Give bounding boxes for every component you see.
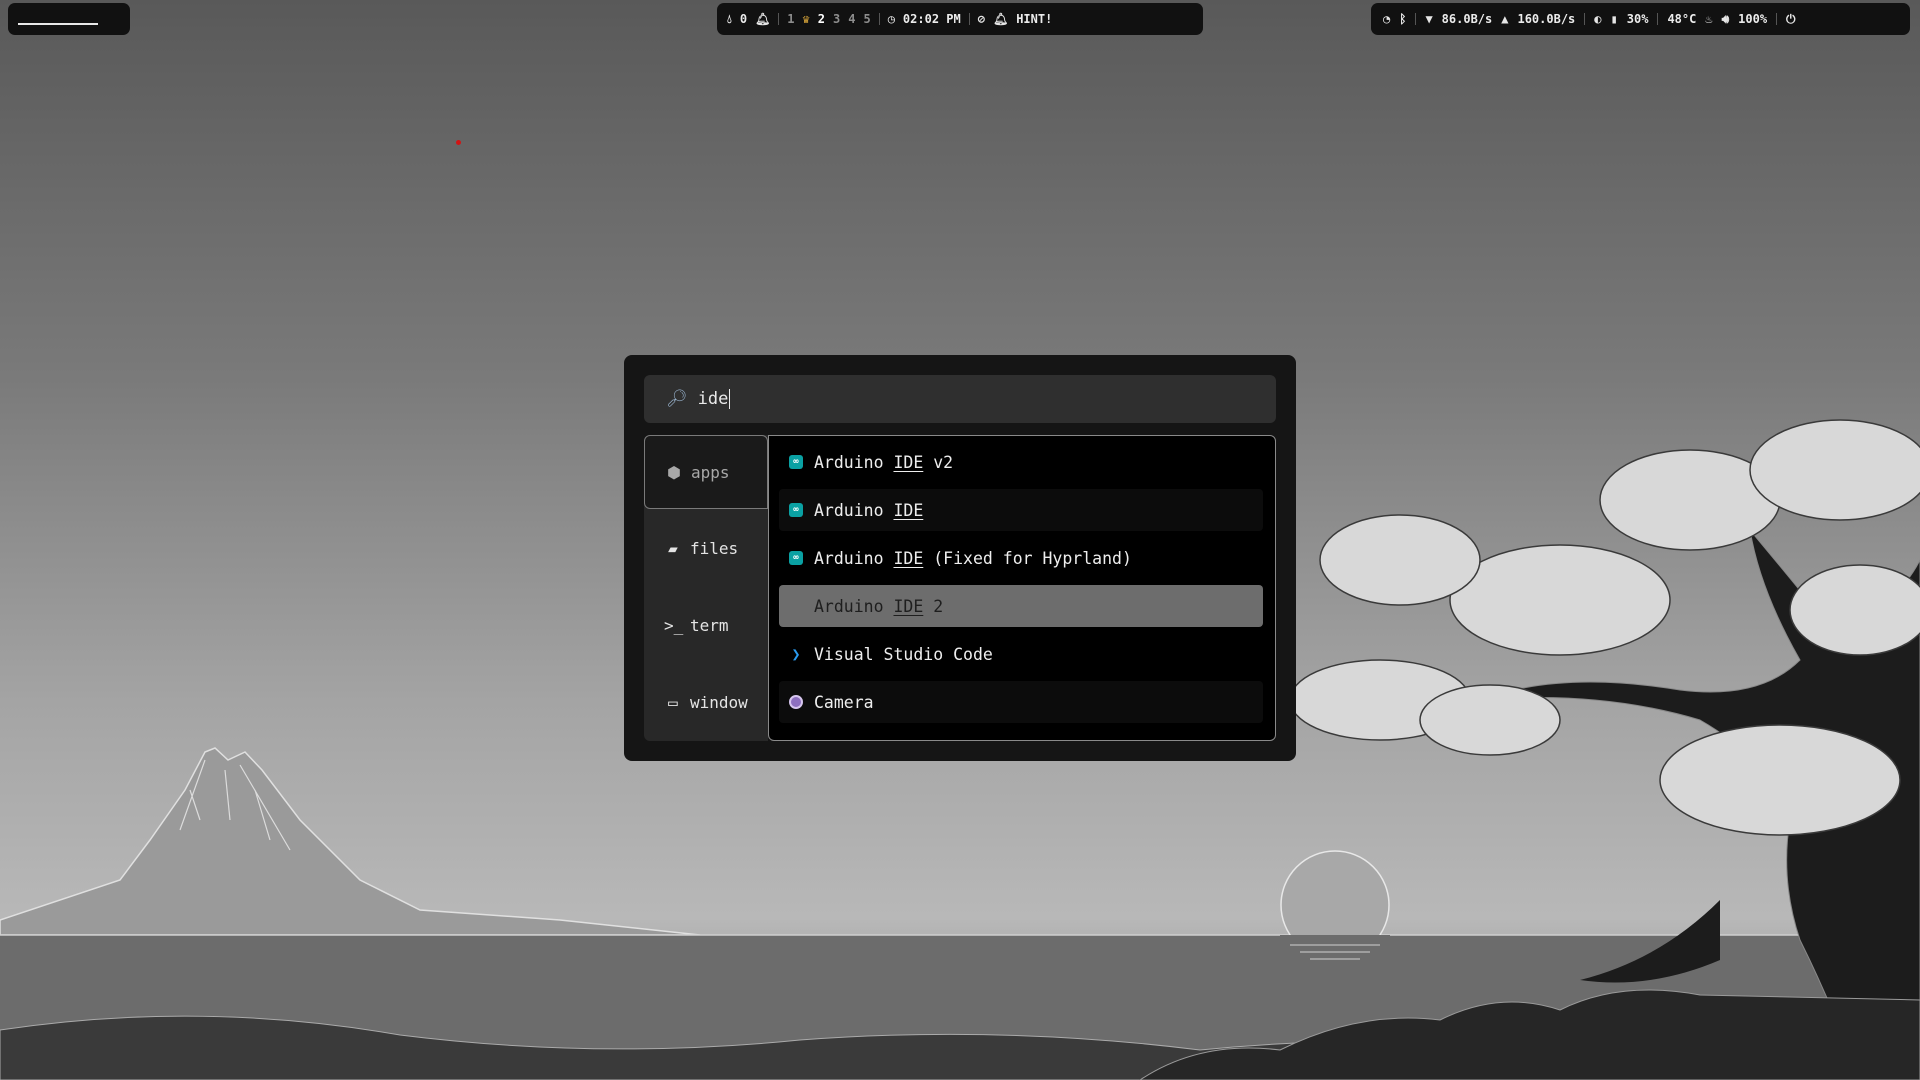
wifi-icon[interactable]: ◔ xyxy=(1383,12,1390,26)
results-list: ∞ Arduino IDE v2 ∞ Arduino IDE ∞ Arduino… xyxy=(768,435,1276,741)
download-speed: 86.0B/s xyxy=(1441,12,1493,26)
arduino-icon: ∞ xyxy=(789,455,803,469)
result-label: Camera xyxy=(814,692,874,712)
notification-count: 0 xyxy=(739,12,748,26)
mode-apps[interactable]: ⬢ apps xyxy=(644,435,768,509)
bell-icon[interactable]: 🔔︎ xyxy=(755,12,770,26)
result-item[interactable]: Camera xyxy=(779,681,1263,723)
result-item[interactable]: ∞ Arduino IDE (Fixed for Hyprland) xyxy=(779,537,1263,579)
battery-level: 30% xyxy=(1626,12,1649,26)
result-item[interactable]: ∞ Arduino IDE xyxy=(779,489,1263,531)
water-drop-icon[interactable]: 💧︎ xyxy=(727,12,732,27)
result-label: Visual Studio Code xyxy=(814,644,993,664)
workspace-5[interactable]: 5 xyxy=(863,12,870,26)
vscode-icon: ❯ xyxy=(791,645,801,663)
result-label-suffix: v2 xyxy=(923,452,954,472)
result-match: IDE xyxy=(893,500,924,520)
battery-icon: ▮ xyxy=(1610,12,1618,26)
result-label: Arduino xyxy=(814,500,894,520)
arduino-icon: ∞ xyxy=(789,503,803,517)
upload-speed: 160.0B/s xyxy=(1517,12,1576,26)
power-icon[interactable]: ⏻ xyxy=(1786,12,1796,27)
workspace-underline xyxy=(18,23,98,25)
brightness-icon[interactable]: ◐ xyxy=(1594,12,1601,26)
arduino-icon: ∞ xyxy=(789,551,803,565)
workspace-2[interactable]: 2 xyxy=(818,12,825,26)
workspace-4[interactable]: 4 xyxy=(848,12,855,26)
folder-icon: ▰ xyxy=(668,538,678,558)
mode-files[interactable]: ▰ files xyxy=(644,511,768,585)
divider xyxy=(1776,13,1778,25)
divider xyxy=(878,13,880,25)
up-arrow-icon: ▲ xyxy=(1501,12,1509,26)
divider xyxy=(968,13,970,25)
hint-label[interactable]: HINT! xyxy=(1016,12,1052,26)
bell-ring-icon: 🔔︎ xyxy=(992,12,1009,26)
mode-label: term xyxy=(690,615,729,635)
package-icon: ⬢ xyxy=(667,462,681,482)
divider xyxy=(1657,13,1659,25)
search-input[interactable]: 🔎︎ ide xyxy=(644,375,1276,423)
down-arrow-icon: ▼ xyxy=(1425,12,1433,26)
result-label-suffix: 2 xyxy=(923,596,944,616)
clock-icon: ◷ xyxy=(887,12,895,26)
magnifier-icon: 🔎︎ xyxy=(666,389,688,409)
camera-icon xyxy=(789,695,803,709)
workspace-1[interactable]: 1 xyxy=(787,12,794,26)
mode-label: files xyxy=(690,538,739,558)
result-match: IDE xyxy=(893,596,924,616)
blank-icon xyxy=(789,599,803,613)
result-label: Arduino xyxy=(814,548,894,568)
mode-label: window xyxy=(690,692,748,712)
mode-term[interactable]: >_ term xyxy=(644,588,768,662)
cpu-temp: 48°C xyxy=(1667,12,1697,26)
text-caret xyxy=(729,389,731,409)
result-item[interactable]: ∞ Arduino IDE v2 xyxy=(779,441,1263,483)
terminal-icon: >_ xyxy=(664,615,684,635)
eye-off-icon[interactable]: ⊘ xyxy=(978,12,985,26)
tree-foliage xyxy=(1289,419,1920,836)
system-tray-pill: ◔ ᛒ ▼ 86.0B/s ▲ 160.0B/s ◐ ▮ 30% 48°C ♨ … xyxy=(1371,3,1910,35)
pointer-dot xyxy=(456,140,461,145)
app-launcher: 🔎︎ ide ⬢ apps ▰ files >_ term ▭ window ∞… xyxy=(624,355,1296,761)
result-label: Arduino xyxy=(814,596,894,616)
mountain xyxy=(0,747,701,936)
result-match: IDE xyxy=(893,548,924,568)
result-match: IDE xyxy=(893,452,924,472)
volume-level[interactable]: 100% xyxy=(1738,12,1767,26)
divider xyxy=(1584,13,1586,25)
flame-icon: ♨ xyxy=(1705,12,1713,26)
workspace-3[interactable]: 3 xyxy=(833,12,840,26)
divider xyxy=(1415,13,1417,25)
crown-icon: ♛ xyxy=(802,12,810,26)
bluetooth-icon[interactable]: ᛒ xyxy=(1399,12,1406,26)
window-icon: ▭ xyxy=(668,692,678,712)
workspace-indicator-pill[interactable] xyxy=(8,3,130,35)
result-item-selected[interactable]: Arduino IDE 2 xyxy=(779,585,1263,627)
divider xyxy=(778,13,780,25)
volume-icon[interactable]: 🔊︎ xyxy=(1722,12,1730,27)
result-label-suffix: (Fixed for Hyprland) xyxy=(923,548,1132,568)
mode-sidebar: ⬢ apps ▰ files >_ term ▭ window xyxy=(644,435,768,741)
clock-time[interactable]: 02:02 PM xyxy=(903,12,961,26)
mode-label: apps xyxy=(691,462,730,482)
mode-window[interactable]: ▭ window xyxy=(644,665,768,739)
center-status-pill: 💧︎ 0 🔔︎ 1 ♛ 2 3 4 5 ◷ 02:02 PM ⊘ 🔔︎ HINT… xyxy=(717,3,1203,35)
search-query[interactable]: ide xyxy=(698,389,729,409)
result-label: Arduino xyxy=(814,452,894,472)
result-item[interactable]: ❯ Visual Studio Code xyxy=(779,633,1263,675)
